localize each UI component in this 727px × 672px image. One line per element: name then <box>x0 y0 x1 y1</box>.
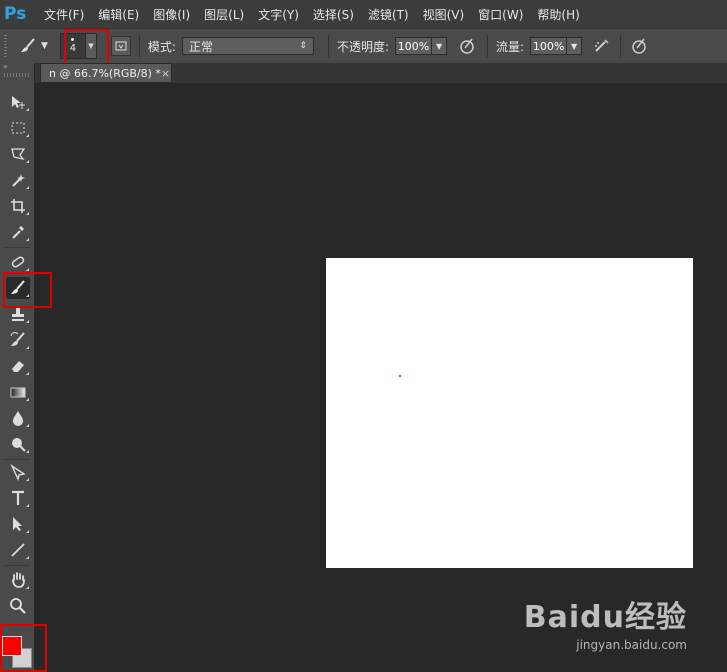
flow-control[interactable]: 100% ▼ <box>530 37 583 55</box>
document-tab-title: n @ 66.7%(RGB/8) * <box>49 66 161 80</box>
toolbox-divider <box>4 459 30 460</box>
watermark-title: Baidu经验 <box>523 600 687 635</box>
options-grip[interactable] <box>4 35 7 57</box>
menu-edit[interactable]: 编辑(E) <box>98 6 139 23</box>
brush-tip-icon <box>71 38 75 41</box>
toolbox-divider <box>4 565 30 566</box>
watermark-url: jingyan.baidu.com <box>576 638 687 652</box>
opacity-input[interactable]: 100% <box>395 37 432 55</box>
foreground-color-swatch[interactable] <box>2 636 22 656</box>
flow-chevron-icon[interactable]: ▼ <box>566 37 583 55</box>
mode-label: 模式: <box>147 39 176 54</box>
brush-size-picker[interactable]: 4 <box>59 33 86 59</box>
healing-brush-tool-icon[interactable] <box>6 251 30 273</box>
dodge-tool-icon[interactable] <box>6 433 30 455</box>
pen-tool-icon[interactable] <box>6 461 30 483</box>
document-canvas[interactable] <box>326 258 693 568</box>
pressure-size-icon[interactable] <box>629 36 649 56</box>
pressure-opacity-icon[interactable] <box>457 36 477 56</box>
close-icon[interactable]: × <box>161 67 170 80</box>
eraser-tool-icon[interactable] <box>6 355 30 377</box>
toolbox-grip[interactable] <box>4 73 30 77</box>
menu-type[interactable]: 文字(Y) <box>258 6 299 23</box>
menu-file[interactable]: 文件(F) <box>44 6 84 23</box>
brush-preset-chevron-icon[interactable]: ▼ <box>41 41 48 51</box>
zoom-tool-icon[interactable] <box>6 595 30 617</box>
opacity-label: 不透明度: <box>336 39 390 54</box>
brush-tool-icon[interactable] <box>6 277 30 299</box>
lasso-tool-icon[interactable] <box>6 143 30 165</box>
menu-bar: Ps 文件(F) 编辑(E) 图像(I) 图层(L) 文字(Y) 选择(S) 滤… <box>0 0 727 28</box>
hand-tool-icon[interactable] <box>6 569 30 591</box>
options-divider <box>327 35 329 57</box>
move-tool-icon[interactable] <box>6 91 30 113</box>
menu-help[interactable]: 帮助(H) <box>537 6 579 23</box>
path-selection-tool-icon[interactable] <box>6 513 30 535</box>
clone-stamp-tool-icon[interactable] <box>6 303 30 325</box>
menu-select[interactable]: 选择(S) <box>313 6 354 23</box>
flow-input[interactable]: 100% <box>530 37 567 55</box>
options-divider <box>620 35 622 57</box>
marquee-tool-icon[interactable] <box>6 117 30 139</box>
options-divider <box>487 35 489 57</box>
options-bar: ▼ 4 ▼ 模式: 正常 ⇕ 不透明度: 100% ▼ 流量: 100% ▼ <box>0 28 727 64</box>
toolbox-collapse-icon[interactable]: » <box>0 63 34 71</box>
crop-tool-icon[interactable] <box>6 195 30 217</box>
menu-filter[interactable]: 滤镜(T) <box>368 6 409 23</box>
eyedropper-tool-icon[interactable] <box>6 221 30 243</box>
line-tool-icon[interactable] <box>6 539 30 561</box>
photoshop-logo: Ps <box>4 4 27 24</box>
toolbox: » <box>0 63 35 672</box>
blur-tool-icon[interactable] <box>6 407 30 429</box>
gradient-tool-icon[interactable] <box>6 381 30 403</box>
type-tool-icon[interactable] <box>6 487 30 509</box>
color-swatches <box>0 620 46 672</box>
magic-wand-tool-icon[interactable] <box>6 169 30 191</box>
baidu-watermark: Baidu经验 jingyan.baidu.com <box>524 592 687 652</box>
airbrush-icon[interactable] <box>592 36 612 56</box>
options-divider <box>138 35 140 57</box>
brush-preset-icon[interactable] <box>17 35 39 57</box>
opacity-control[interactable]: 100% ▼ <box>395 37 448 55</box>
menu-layer[interactable]: 图层(L) <box>204 6 244 23</box>
brush-panel-toggle-icon[interactable] <box>110 36 131 56</box>
mode-chevron-icon: ⇕ <box>299 41 307 51</box>
mode-select[interactable]: 正常 ⇕ <box>181 37 314 55</box>
history-brush-tool-icon[interactable] <box>6 329 30 351</box>
flow-label: 流量: <box>496 39 525 54</box>
opacity-chevron-icon[interactable]: ▼ <box>431 37 448 55</box>
mode-value: 正常 <box>188 39 213 54</box>
brush-stroke-dot <box>399 375 401 377</box>
menu-image[interactable]: 图像(I) <box>153 6 190 23</box>
brush-size-chevron-icon[interactable]: ▼ <box>85 33 97 59</box>
document-tab[interactable]: n @ 66.7%(RGB/8) * × <box>40 63 172 83</box>
toolbox-divider <box>4 247 30 248</box>
menu-window[interactable]: 窗口(W) <box>478 6 523 23</box>
brush-size-value: 4 <box>69 43 77 54</box>
menu-view[interactable]: 视图(V) <box>423 6 465 23</box>
